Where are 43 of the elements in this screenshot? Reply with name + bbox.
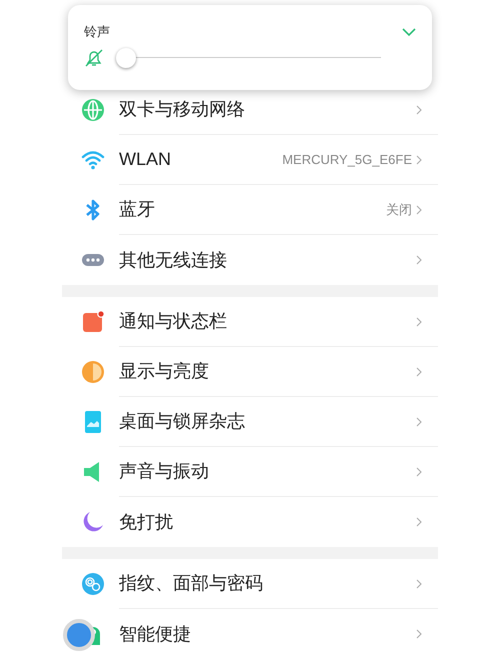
chevron-right-icon (416, 578, 422, 588)
chevron-right-icon (416, 629, 422, 639)
chevron-right-icon (416, 255, 422, 265)
half-circle-icon (81, 360, 105, 384)
notification-icon (81, 310, 105, 334)
row-label: 通知与状态栏 (119, 310, 227, 333)
row-label: 其他无线连接 (119, 248, 227, 272)
chevron-right-icon (416, 416, 422, 426)
chevron-right-icon (416, 466, 422, 476)
settings-row[interactable]: 其他无线连接 (62, 235, 438, 285)
row-label: 双卡与移动网络 (119, 98, 245, 121)
chevron-right-icon (416, 316, 422, 326)
fingerprint-icon (81, 572, 105, 596)
settings-row[interactable]: WLAN MERCURY_5G_E6FE (62, 135, 438, 185)
slider-thumb[interactable] (116, 48, 136, 68)
chevron-right-icon (416, 104, 422, 114)
row-label: 显示与亮度 (119, 360, 209, 383)
settings-row[interactable]: 蓝牙 关闭 (62, 185, 438, 235)
settings-row[interactable]: 桌面与锁屏杂志 (62, 397, 438, 447)
bell-off-icon[interactable] (84, 48, 104, 68)
chevron-right-icon (416, 366, 422, 376)
row-label: 声音与振动 (119, 460, 209, 483)
chevron-right-icon (416, 204, 422, 214)
settings-row[interactable]: 显示与亮度 (62, 347, 438, 397)
settings-row[interactable]: 指纹、面部与密码 (62, 559, 438, 609)
settings-row[interactable]: 通知与状态栏 (62, 297, 438, 347)
settings-row[interactable]: 声音与振动 (62, 447, 438, 497)
moon-icon (81, 510, 105, 534)
volume-slider[interactable] (116, 48, 381, 68)
row-label: WLAN (119, 148, 172, 171)
row-label: 蓝牙 (119, 198, 155, 221)
chevron-down-icon[interactable] (402, 26, 416, 37)
row-label: 指纹、面部与密码 (119, 572, 263, 595)
settings-row[interactable]: 免打扰 (62, 497, 438, 547)
globe-icon (81, 98, 105, 122)
chevron-right-icon (416, 517, 422, 527)
row-value: MERCURY_5G_E6FE (282, 150, 412, 169)
row-label: 免打扰 (119, 510, 173, 534)
row-value: 关闭 (386, 200, 412, 219)
popup-title: 铃声 (84, 23, 110, 41)
chevron-right-icon (416, 154, 422, 164)
row-label: 桌面与锁屏杂志 (119, 410, 245, 433)
row-label: 智能便捷 (119, 622, 191, 646)
